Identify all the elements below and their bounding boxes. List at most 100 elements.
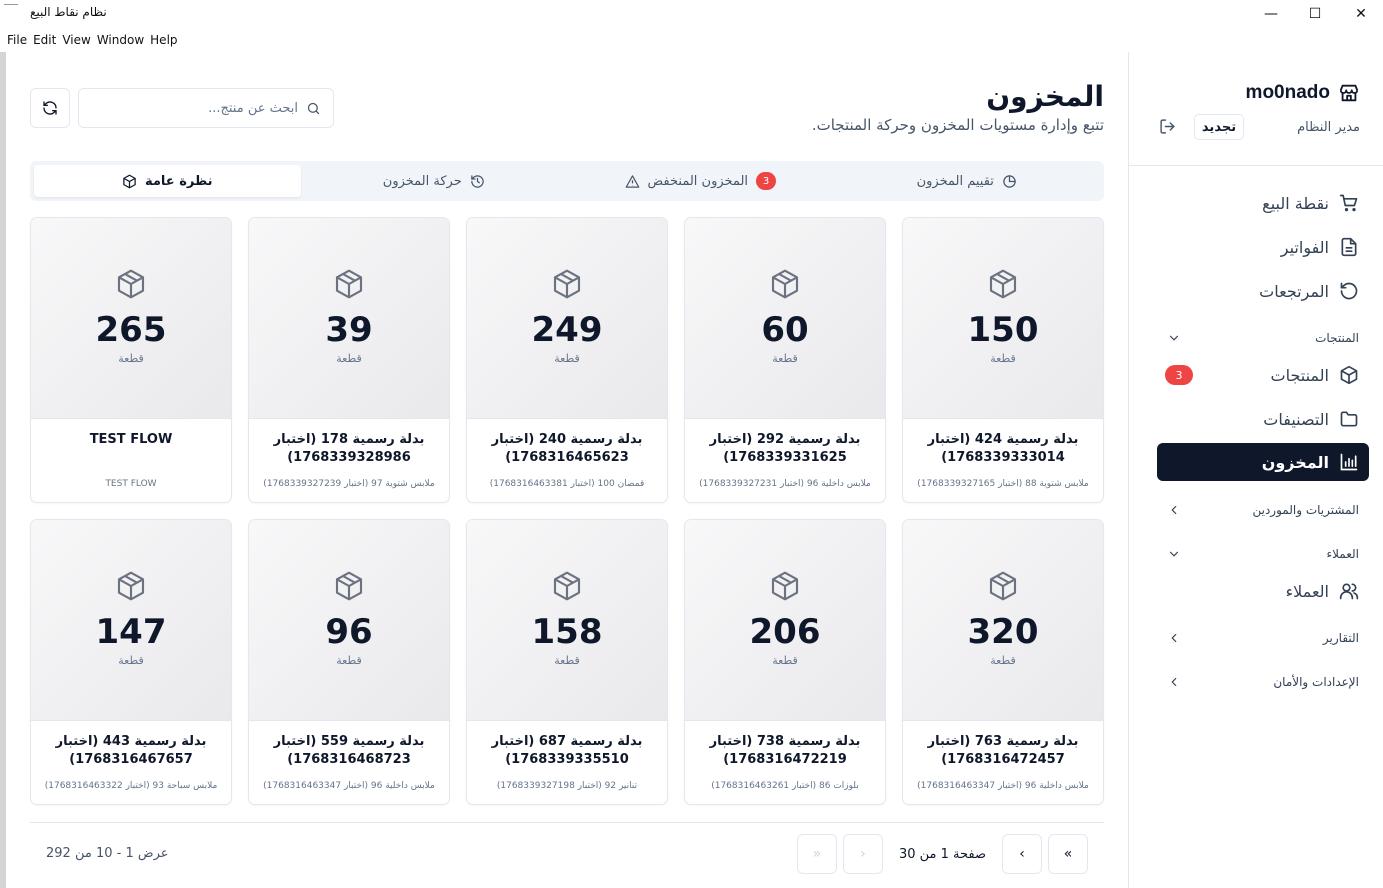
warning-icon <box>625 174 639 188</box>
product-info: TEST FLOW TEST FLOW <box>31 419 231 489</box>
sidebar-group-reports[interactable]: التقارير <box>1167 626 1359 650</box>
menu-bar: File Edit View Window Help <box>0 28 1383 52</box>
chevron-down-icon <box>1169 335 1179 341</box>
prev-page-button[interactable]: › <box>1002 834 1042 874</box>
product-category: ملابس داخلية 96 (اختبار 1768339327231) <box>699 479 871 489</box>
sidebar-item-products[interactable]: المنتجات 3 <box>1157 356 1369 394</box>
sidebar-item-label: المنتجات <box>1270 365 1330 385</box>
product-info: بدلة رسمية 443 (اختبار 1768316467657) ملا… <box>31 721 231 791</box>
stock-unit: قطعة <box>990 654 1016 667</box>
product-info: بدلة رسمية 240 (اختبار 1768316465623) قمص… <box>467 419 667 489</box>
sidebar-group-settings[interactable]: الإعدادات والأمان <box>1167 670 1359 694</box>
renew-button[interactable]: تجديد <box>1194 114 1244 140</box>
pagination: » › صفحة 1 من 30 ‹ « <box>796 834 1088 874</box>
next-page-button[interactable]: ‹ <box>842 834 883 874</box>
product-stock-area: 150 قطعة <box>903 218 1103 419</box>
group-label: الإعدادات والأمان <box>1273 675 1359 689</box>
sidebar: mo0nado مدير النظام تجديد نقطة البيع الف… <box>1128 52 1383 888</box>
sidebar-item-pos[interactable]: نقطة البيع <box>1157 184 1369 222</box>
undo-icon <box>1340 282 1358 300</box>
product-card[interactable]: 206 قطعة بدلة رسمية 738 (اختبار 1768316472… <box>684 519 886 805</box>
tab-valuation[interactable]: تقييم المخزون <box>834 165 1101 197</box>
main-content: المخزون تتبع وإدارة مستويات المخزون وحرك… <box>6 52 1128 888</box>
sidebar-divider <box>1129 165 1383 166</box>
menu-window[interactable]: Window <box>94 33 147 47</box>
close-button[interactable]: ✕ <box>1338 0 1383 27</box>
sidebar-group-customers[interactable]: العملاء <box>1167 542 1359 566</box>
stock-quantity: 96 <box>325 612 373 652</box>
box-icon <box>1340 365 1358 385</box>
menu-help[interactable]: Help <box>147 33 180 47</box>
product-stock-area: 147 قطعة <box>31 520 231 721</box>
product-info: بدلة رسمية 559 (اختبار 1768316468723) ملا… <box>249 721 449 791</box>
product-card[interactable]: 39 قطعة بدلة رسمية 178 (اختبار 17683393289… <box>248 217 450 503</box>
search-box <box>78 88 334 128</box>
product-card[interactable]: 320 قطعة بدلة رسمية 763 (اختبار 1768316472… <box>902 519 1104 805</box>
product-card[interactable]: 249 قطعة بدلة رسمية 240 (اختبار 1768316465… <box>466 217 668 503</box>
sidebar-item-invoices[interactable]: الفواتير <box>1157 228 1369 266</box>
showing-range: عرض 1 - 10 من 292 <box>46 846 169 861</box>
sidebar-item-customers[interactable]: العملاء <box>1157 572 1369 610</box>
low-stock-badge: 3 <box>756 172 777 190</box>
box-icon <box>989 571 1017 601</box>
store-icon <box>1339 84 1359 102</box>
group-label: العملاء <box>1326 547 1359 561</box>
stock-unit: قطعة <box>772 654 798 667</box>
search-input[interactable] <box>91 100 298 116</box>
products-badge: 3 <box>1165 365 1193 385</box>
product-card[interactable]: 265 قطعة TEST FLOW TEST FLOW <box>30 217 232 503</box>
brand-name: mo0nado <box>1245 82 1330 103</box>
product-info: بدلة رسمية 424 (اختبار 1768339333014) ملا… <box>903 419 1103 489</box>
maximize-button[interactable]: ☐ <box>1292 0 1338 27</box>
minimize-button[interactable]: — <box>1248 0 1294 27</box>
sidebar-group-purchases[interactable]: المشتريات والموردين <box>1167 498 1359 522</box>
box-icon <box>117 571 145 601</box>
group-label: المنتجات <box>1315 331 1359 345</box>
product-stock-area: 158 قطعة <box>467 520 667 721</box>
product-name: بدلة رسمية 292 (اختبار 1768339331625) <box>709 432 861 465</box>
stock-unit: قطعة <box>118 654 144 667</box>
stock-unit: قطعة <box>554 654 580 667</box>
product-category: ملابس داخلية 96 (اختبار 1768316463347) <box>917 781 1089 791</box>
product-card[interactable]: 96 قطعة بدلة رسمية 559 (اختبار 17683164687… <box>248 519 450 805</box>
logout-button[interactable] <box>1159 118 1176 135</box>
product-name: بدلة رسمية 763 (اختبار 1768316472457) <box>927 734 1079 767</box>
tab-movement[interactable]: حركة المخزون <box>301 165 568 197</box>
page-title: المخزون <box>986 80 1104 113</box>
menu-view[interactable]: View <box>59 33 93 47</box>
logout-icon <box>1160 119 1175 134</box>
product-card[interactable]: 147 قطعة بدلة رسمية 443 (اختبار 1768316467… <box>30 519 232 805</box>
last-page-button[interactable]: « <box>796 834 837 874</box>
product-card[interactable]: 150 قطعة بدلة رسمية 424 (اختبار 1768339333… <box>902 217 1104 503</box>
product-card[interactable]: 158 قطعة بدلة رسمية 687 (اختبار 1768339335… <box>466 519 668 805</box>
product-card[interactable]: 60 قطعة بدلة رسمية 292 (اختبار 17683393316… <box>684 217 886 503</box>
refresh-button[interactable] <box>30 88 70 128</box>
pie-chart-icon <box>1003 174 1016 188</box>
sidebar-group-products[interactable]: المنتجات <box>1167 326 1359 350</box>
box-icon <box>123 174 136 188</box>
tabs-list: تقييم المخزون 3 المخزون المنخفض حركة الم… <box>30 161 1104 201</box>
first-page-button[interactable]: » <box>1048 834 1088 874</box>
product-category: ملابس شتوية 97 (اختبار 1768339327239) <box>263 479 435 489</box>
menu-edit[interactable]: Edit <box>30 33 59 47</box>
menu-file[interactable]: File <box>4 33 30 47</box>
sidebar-item-returns[interactable]: المرتجعات <box>1157 272 1369 310</box>
stock-quantity: 150 <box>967 310 1039 350</box>
cart-icon <box>1339 194 1358 212</box>
tab-label: تقييم المخزون <box>916 173 994 189</box>
stock-unit: قطعة <box>336 352 362 365</box>
tab-low-stock[interactable]: 3 المخزون المنخفض <box>567 165 834 197</box>
stock-unit: قطعة <box>554 352 580 365</box>
stock-quantity: 206 <box>749 612 821 652</box>
tab-overview[interactable]: نظرة عامة <box>34 165 301 197</box>
stock-quantity: 265 <box>95 310 167 350</box>
title-bar: نظام نقاط البيع — ☐ ✕ <box>0 0 1383 27</box>
stock-quantity: 320 <box>967 612 1039 652</box>
sidebar-item-inventory[interactable]: المخزون <box>1157 443 1369 481</box>
chevron-down-icon <box>1169 551 1179 557</box>
box-icon <box>117 269 145 299</box>
sidebar-item-categories[interactable]: التصنيفات <box>1157 400 1369 438</box>
product-info: بدلة رسمية 738 (اختبار 1768316472219) بلو… <box>685 721 885 791</box>
stock-quantity: 147 <box>95 612 167 652</box>
product-category: ملابس داخلية 96 (اختبار 1768316463347) <box>263 781 435 791</box>
